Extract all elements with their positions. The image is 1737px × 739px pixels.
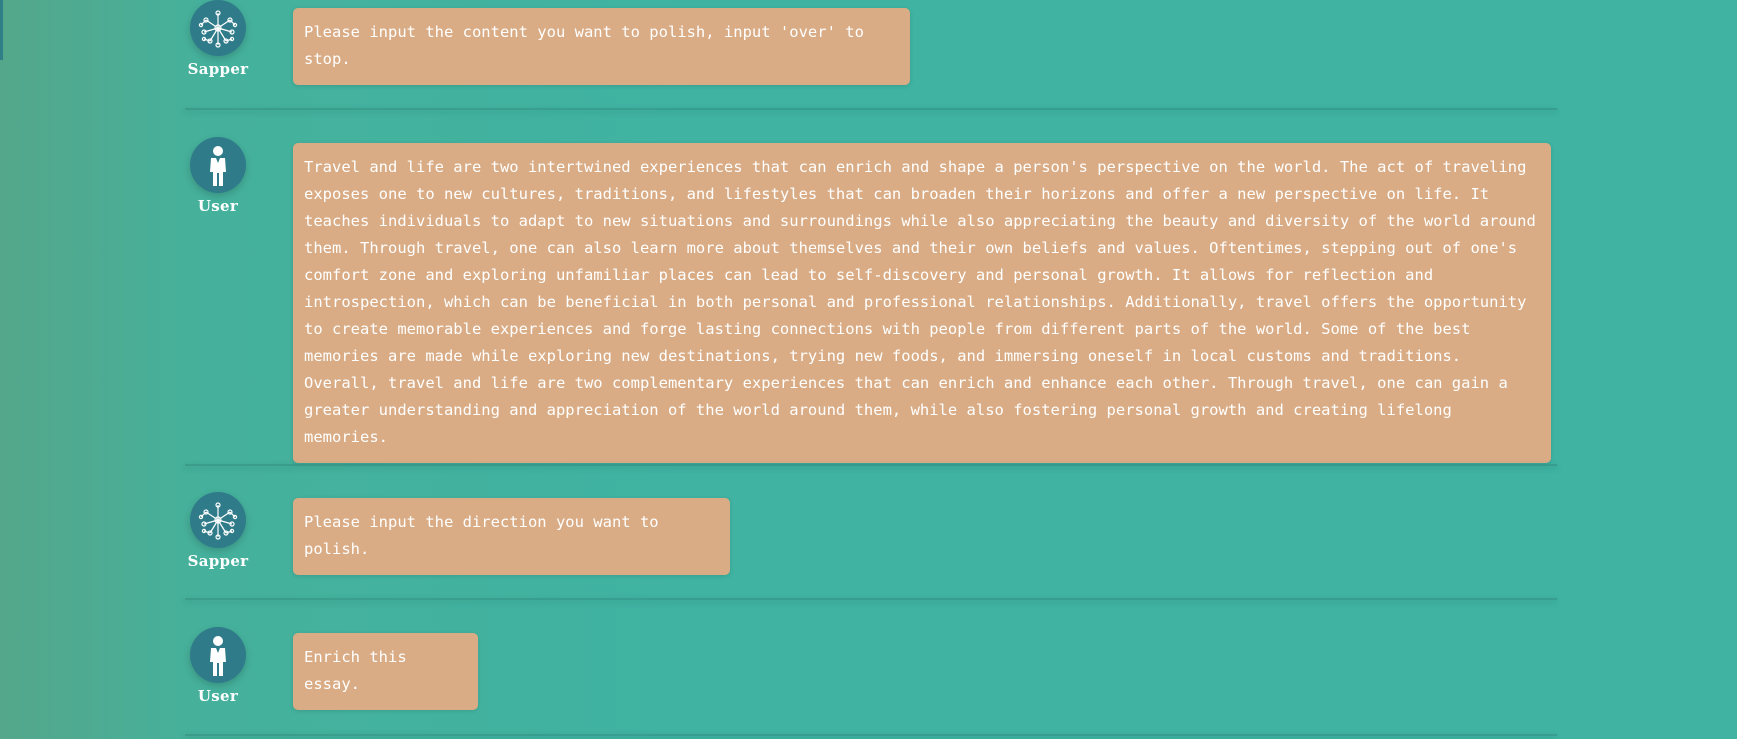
sender-name: User bbox=[197, 197, 239, 215]
person-icon bbox=[198, 142, 238, 188]
message-row-user: User Enrich this essay. bbox=[185, 625, 1557, 735]
message-divider bbox=[185, 108, 1557, 110]
message-bubble: Please input the content you want to pol… bbox=[293, 8, 910, 85]
message-row-sapper: Sapper Please input the content you want… bbox=[185, 0, 1557, 100]
message-divider bbox=[185, 464, 1557, 466]
message-bubble: Travel and life are two intertwined expe… bbox=[293, 143, 1551, 463]
message-row-user: User Travel and life are two intertwined… bbox=[185, 135, 1557, 465]
person-icon bbox=[198, 632, 238, 678]
user-avatar-column: User bbox=[185, 627, 251, 705]
user-avatar bbox=[190, 627, 246, 683]
sender-name: User bbox=[197, 687, 239, 705]
sapper-avatar bbox=[190, 0, 246, 56]
user-avatar bbox=[190, 137, 246, 193]
sender-name: Sapper bbox=[187, 552, 249, 570]
sapper-avatar-column: Sapper bbox=[185, 492, 251, 570]
message-divider bbox=[185, 734, 1557, 736]
sapper-avatar bbox=[190, 492, 246, 548]
message-bubble: Please input the direction you want to p… bbox=[293, 498, 730, 575]
network-icon bbox=[193, 3, 243, 53]
message-divider bbox=[185, 598, 1557, 600]
message-row-sapper: Sapper Please input the direction you wa… bbox=[185, 490, 1557, 590]
sapper-avatar-column: Sapper bbox=[185, 0, 251, 78]
network-icon bbox=[193, 495, 243, 545]
sender-name: Sapper bbox=[187, 60, 249, 78]
user-avatar-column: User bbox=[185, 137, 251, 215]
chat-history: Sapper Please input the content you want… bbox=[0, 0, 1737, 739]
message-bubble: Enrich this essay. bbox=[293, 633, 478, 710]
